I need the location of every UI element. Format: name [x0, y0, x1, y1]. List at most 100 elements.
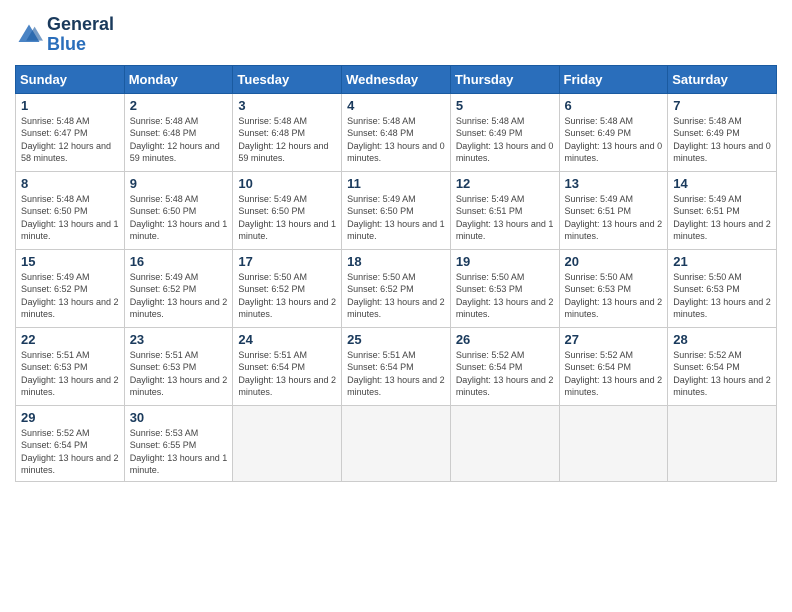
- weekday-header-wednesday: Wednesday: [342, 65, 451, 93]
- weekday-header-friday: Friday: [559, 65, 668, 93]
- day-info: Sunrise: 5:52 AM Sunset: 6:54 PM Dayligh…: [21, 427, 119, 477]
- day-number: 14: [673, 176, 771, 191]
- day-info: Sunrise: 5:48 AM Sunset: 6:50 PM Dayligh…: [21, 193, 119, 243]
- day-info: Sunrise: 5:49 AM Sunset: 6:52 PM Dayligh…: [130, 271, 228, 321]
- calendar-cell: 20 Sunrise: 5:50 AM Sunset: 6:53 PM Dayl…: [559, 249, 668, 327]
- calendar-cell: 8 Sunrise: 5:48 AM Sunset: 6:50 PM Dayli…: [16, 171, 125, 249]
- day-number: 10: [238, 176, 336, 191]
- day-number: 13: [565, 176, 663, 191]
- calendar-cell: 29 Sunrise: 5:52 AM Sunset: 6:54 PM Dayl…: [16, 405, 125, 481]
- calendar-cell: 17 Sunrise: 5:50 AM Sunset: 6:52 PM Dayl…: [233, 249, 342, 327]
- day-info: Sunrise: 5:51 AM Sunset: 6:53 PM Dayligh…: [21, 349, 119, 399]
- calendar-cell: 1 Sunrise: 5:48 AM Sunset: 6:47 PM Dayli…: [16, 93, 125, 171]
- calendar-cell: 22 Sunrise: 5:51 AM Sunset: 6:53 PM Dayl…: [16, 327, 125, 405]
- calendar-cell: 27 Sunrise: 5:52 AM Sunset: 6:54 PM Dayl…: [559, 327, 668, 405]
- calendar-cell: [342, 405, 451, 481]
- logo-text: GeneralBlue: [47, 15, 114, 55]
- calendar-cell: 30 Sunrise: 5:53 AM Sunset: 6:55 PM Dayl…: [124, 405, 233, 481]
- calendar-cell: 7 Sunrise: 5:48 AM Sunset: 6:49 PM Dayli…: [668, 93, 777, 171]
- day-info: Sunrise: 5:49 AM Sunset: 6:51 PM Dayligh…: [673, 193, 771, 243]
- day-info: Sunrise: 5:49 AM Sunset: 6:51 PM Dayligh…: [565, 193, 663, 243]
- weekday-header-sunday: Sunday: [16, 65, 125, 93]
- calendar-cell: 11 Sunrise: 5:49 AM Sunset: 6:50 PM Dayl…: [342, 171, 451, 249]
- day-info: Sunrise: 5:48 AM Sunset: 6:49 PM Dayligh…: [456, 115, 554, 165]
- day-number: 25: [347, 332, 445, 347]
- day-info: Sunrise: 5:50 AM Sunset: 6:52 PM Dayligh…: [347, 271, 445, 321]
- calendar-cell: 12 Sunrise: 5:49 AM Sunset: 6:51 PM Dayl…: [450, 171, 559, 249]
- day-info: Sunrise: 5:48 AM Sunset: 6:48 PM Dayligh…: [130, 115, 228, 165]
- day-number: 30: [130, 410, 228, 425]
- day-number: 2: [130, 98, 228, 113]
- calendar-cell: 18 Sunrise: 5:50 AM Sunset: 6:52 PM Dayl…: [342, 249, 451, 327]
- day-info: Sunrise: 5:53 AM Sunset: 6:55 PM Dayligh…: [130, 427, 228, 477]
- day-info: Sunrise: 5:49 AM Sunset: 6:50 PM Dayligh…: [238, 193, 336, 243]
- calendar-cell: [559, 405, 668, 481]
- calendar-cell: 4 Sunrise: 5:48 AM Sunset: 6:48 PM Dayli…: [342, 93, 451, 171]
- day-info: Sunrise: 5:49 AM Sunset: 6:52 PM Dayligh…: [21, 271, 119, 321]
- day-info: Sunrise: 5:48 AM Sunset: 6:49 PM Dayligh…: [565, 115, 663, 165]
- day-number: 3: [238, 98, 336, 113]
- day-info: Sunrise: 5:50 AM Sunset: 6:52 PM Dayligh…: [238, 271, 336, 321]
- day-info: Sunrise: 5:48 AM Sunset: 6:47 PM Dayligh…: [21, 115, 119, 165]
- day-number: 21: [673, 254, 771, 269]
- day-number: 5: [456, 98, 554, 113]
- calendar-cell: 9 Sunrise: 5:48 AM Sunset: 6:50 PM Dayli…: [124, 171, 233, 249]
- calendar-cell: 28 Sunrise: 5:52 AM Sunset: 6:54 PM Dayl…: [668, 327, 777, 405]
- day-number: 28: [673, 332, 771, 347]
- day-number: 19: [456, 254, 554, 269]
- calendar-cell: [233, 405, 342, 481]
- day-info: Sunrise: 5:52 AM Sunset: 6:54 PM Dayligh…: [456, 349, 554, 399]
- day-info: Sunrise: 5:50 AM Sunset: 6:53 PM Dayligh…: [565, 271, 663, 321]
- logo-icon: [15, 21, 43, 49]
- weekday-header-thursday: Thursday: [450, 65, 559, 93]
- calendar-cell: 13 Sunrise: 5:49 AM Sunset: 6:51 PM Dayl…: [559, 171, 668, 249]
- calendar-cell: 6 Sunrise: 5:48 AM Sunset: 6:49 PM Dayli…: [559, 93, 668, 171]
- day-info: Sunrise: 5:49 AM Sunset: 6:50 PM Dayligh…: [347, 193, 445, 243]
- calendar-cell: 24 Sunrise: 5:51 AM Sunset: 6:54 PM Dayl…: [233, 327, 342, 405]
- logo: GeneralBlue: [15, 15, 114, 55]
- day-info: Sunrise: 5:50 AM Sunset: 6:53 PM Dayligh…: [673, 271, 771, 321]
- calendar-cell: 10 Sunrise: 5:49 AM Sunset: 6:50 PM Dayl…: [233, 171, 342, 249]
- calendar-cell: 3 Sunrise: 5:48 AM Sunset: 6:48 PM Dayli…: [233, 93, 342, 171]
- day-info: Sunrise: 5:48 AM Sunset: 6:48 PM Dayligh…: [238, 115, 336, 165]
- day-number: 23: [130, 332, 228, 347]
- calendar-cell: 21 Sunrise: 5:50 AM Sunset: 6:53 PM Dayl…: [668, 249, 777, 327]
- calendar-cell: 19 Sunrise: 5:50 AM Sunset: 6:53 PM Dayl…: [450, 249, 559, 327]
- day-info: Sunrise: 5:48 AM Sunset: 6:49 PM Dayligh…: [673, 115, 771, 165]
- calendar-cell: [450, 405, 559, 481]
- calendar-cell: 26 Sunrise: 5:52 AM Sunset: 6:54 PM Dayl…: [450, 327, 559, 405]
- day-info: Sunrise: 5:49 AM Sunset: 6:51 PM Dayligh…: [456, 193, 554, 243]
- calendar-cell: 25 Sunrise: 5:51 AM Sunset: 6:54 PM Dayl…: [342, 327, 451, 405]
- day-number: 22: [21, 332, 119, 347]
- header: GeneralBlue: [15, 15, 777, 55]
- day-number: 1: [21, 98, 119, 113]
- day-number: 20: [565, 254, 663, 269]
- day-number: 24: [238, 332, 336, 347]
- day-number: 11: [347, 176, 445, 191]
- calendar: SundayMondayTuesdayWednesdayThursdayFrid…: [15, 65, 777, 482]
- day-number: 9: [130, 176, 228, 191]
- day-number: 16: [130, 254, 228, 269]
- day-info: Sunrise: 5:52 AM Sunset: 6:54 PM Dayligh…: [673, 349, 771, 399]
- day-number: 7: [673, 98, 771, 113]
- day-info: Sunrise: 5:51 AM Sunset: 6:54 PM Dayligh…: [347, 349, 445, 399]
- calendar-cell: 14 Sunrise: 5:49 AM Sunset: 6:51 PM Dayl…: [668, 171, 777, 249]
- calendar-cell: 5 Sunrise: 5:48 AM Sunset: 6:49 PM Dayli…: [450, 93, 559, 171]
- weekday-header-tuesday: Tuesday: [233, 65, 342, 93]
- calendar-cell: 2 Sunrise: 5:48 AM Sunset: 6:48 PM Dayli…: [124, 93, 233, 171]
- day-info: Sunrise: 5:51 AM Sunset: 6:54 PM Dayligh…: [238, 349, 336, 399]
- day-number: 6: [565, 98, 663, 113]
- calendar-cell: 16 Sunrise: 5:49 AM Sunset: 6:52 PM Dayl…: [124, 249, 233, 327]
- day-number: 4: [347, 98, 445, 113]
- day-info: Sunrise: 5:52 AM Sunset: 6:54 PM Dayligh…: [565, 349, 663, 399]
- day-number: 18: [347, 254, 445, 269]
- day-number: 17: [238, 254, 336, 269]
- day-number: 26: [456, 332, 554, 347]
- day-info: Sunrise: 5:51 AM Sunset: 6:53 PM Dayligh…: [130, 349, 228, 399]
- weekday-header-saturday: Saturday: [668, 65, 777, 93]
- weekday-header-monday: Monday: [124, 65, 233, 93]
- day-number: 27: [565, 332, 663, 347]
- day-number: 15: [21, 254, 119, 269]
- day-info: Sunrise: 5:48 AM Sunset: 6:50 PM Dayligh…: [130, 193, 228, 243]
- day-number: 12: [456, 176, 554, 191]
